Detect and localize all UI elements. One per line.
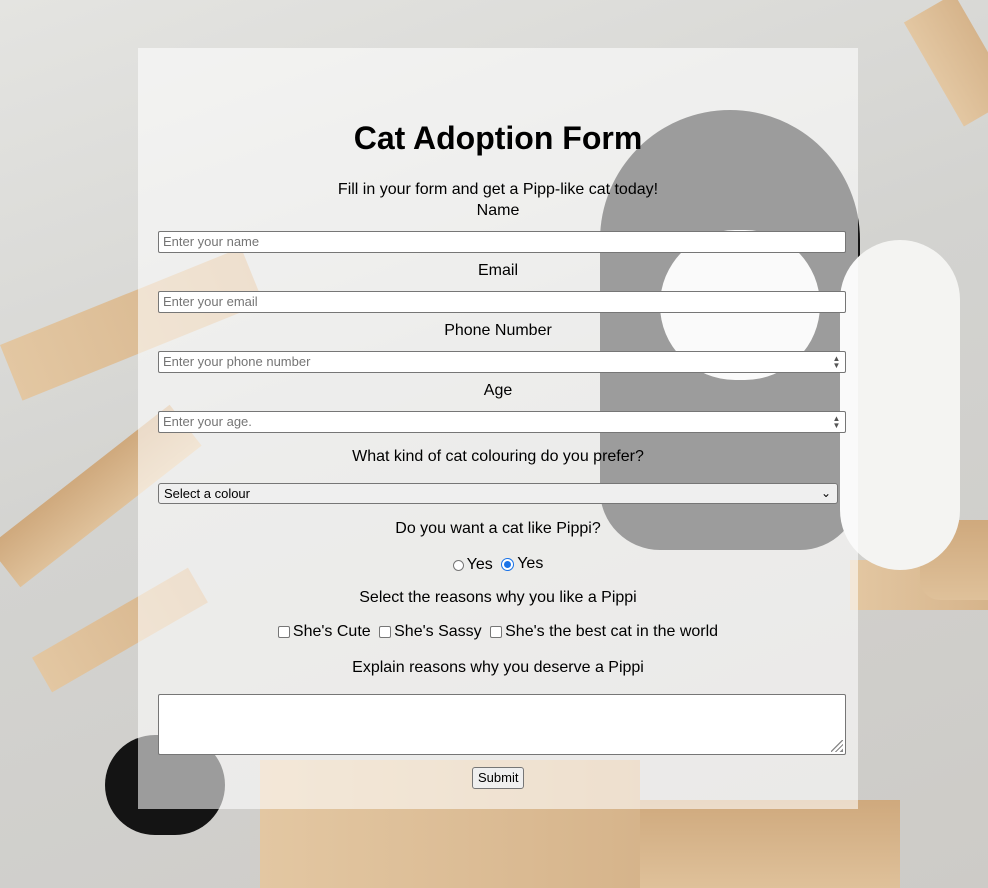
colour-selected-value: Select a colour	[164, 486, 250, 501]
reason-cute[interactable]: She's Cute	[277, 623, 371, 641]
name-input[interactable]: Enter your name	[158, 231, 846, 253]
checkbox[interactable]	[490, 626, 503, 638]
phone-input[interactable]: Enter your phone number ▲ ▼	[158, 351, 846, 373]
pippi-radio-group: Yes Yes	[138, 555, 858, 576]
name-label: Name	[476, 202, 520, 219]
phone-placeholder: Enter your phone number	[163, 354, 311, 369]
colour-label: What kind of cat colouring do you prefer…	[352, 448, 644, 465]
pippi-option-yes-2[interactable]: Yes	[501, 555, 543, 573]
checkbox-label: She's the best cat in the world	[505, 623, 719, 640]
explain-label: Explain reasons why you deserve a Pippi	[352, 659, 644, 676]
checkbox-label: She's Sassy	[394, 623, 482, 640]
radio-label: Yes	[466, 556, 493, 573]
reason-sassy[interactable]: She's Sassy	[379, 623, 482, 641]
reasons-label: Select the reasons why you like a Pippi	[359, 589, 637, 606]
reasons-checkbox-group: She's Cute She's Sassy She's the best ca…	[138, 623, 858, 643]
checkbox[interactable]	[277, 626, 290, 638]
form-subtitle: Fill in your form and get a Pipp-like ca…	[337, 181, 659, 198]
wood-plank	[903, 0, 988, 127]
email-input[interactable]: Enter your email	[158, 291, 846, 313]
number-spinner-icon[interactable]: ▲ ▼	[832, 415, 841, 430]
radio-button[interactable]	[452, 559, 464, 571]
form-title: Cat Adoption Form	[353, 120, 643, 156]
age-input[interactable]: Enter your age. ▲ ▼	[158, 411, 846, 433]
pippi-question: Do you want a cat like Pippi?	[395, 520, 601, 537]
reason-best-cat[interactable]: She's the best cat in the world	[490, 623, 718, 641]
colour-select[interactable]: Select a colour ⌄	[158, 483, 838, 504]
wood-plank	[600, 800, 900, 888]
submit-button[interactable]: Submit	[472, 767, 525, 789]
radio-label: Yes	[517, 555, 544, 572]
cat-chest	[840, 240, 960, 570]
phone-label: Phone Number	[444, 322, 552, 339]
pippi-option-yes-1[interactable]: Yes	[452, 556, 493, 574]
resize-handle-icon[interactable]	[831, 740, 843, 752]
checkbox[interactable]	[379, 626, 392, 638]
chevron-down-icon: ⌄	[820, 486, 831, 500]
explain-textarea[interactable]	[158, 694, 846, 755]
radio-button-checked[interactable]	[501, 557, 515, 571]
adoption-form: Cat Adoption Form Fill in your form and …	[138, 48, 858, 809]
checkbox-label: She's Cute	[292, 623, 371, 640]
age-placeholder: Enter your age.	[163, 414, 252, 429]
age-label: Age	[483, 382, 513, 399]
number-spinner-icon[interactable]: ▲ ▼	[832, 355, 841, 370]
email-label: Email	[477, 262, 518, 279]
